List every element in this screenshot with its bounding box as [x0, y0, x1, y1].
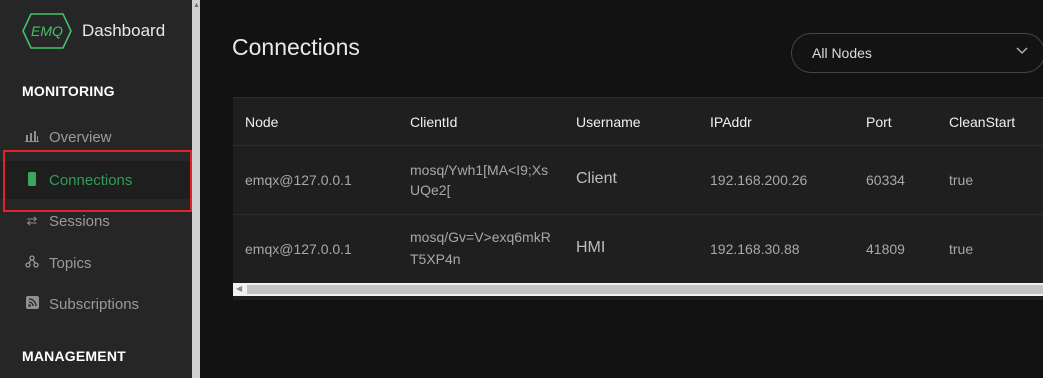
app-window: EMQ Dashboard MONITORING Overview Connec… — [0, 0, 1043, 378]
rss-icon — [25, 296, 39, 312]
column-header-node[interactable]: Node — [245, 114, 278, 130]
node-select[interactable]: All Nodes — [791, 33, 1043, 73]
cell-node: emqx@127.0.0.1 — [245, 241, 352, 257]
table-row[interactable]: emqx@127.0.0.1 mosq/Ywh1[MA<I9;Xs UQe2[ … — [233, 146, 1043, 215]
sidebar-scrollbar[interactable]: ▲ — [192, 0, 200, 378]
column-header-cleanstart[interactable]: CleanStart — [949, 114, 1015, 130]
cell-port: 60334 — [866, 172, 905, 188]
cell-port: 41809 — [866, 241, 905, 257]
connections-table: Node ClientId Username IPAddr Port Clean… — [233, 97, 1043, 300]
cell-cleanstart: true — [949, 172, 974, 188]
sidebar: EMQ Dashboard MONITORING Overview Connec… — [0, 0, 200, 378]
sidebar-item-connections[interactable]: Connections — [0, 161, 192, 199]
sidebar-item-overview[interactable]: Overview — [0, 118, 192, 156]
sidebar-item-sessions[interactable]: ⇄ Sessions — [0, 202, 192, 240]
emq-logo: EMQ — [22, 13, 72, 49]
cell-clientid-line1: mosq/Gv=V>exq6mkR — [410, 229, 551, 245]
cell-clientid-line2: UQe2[ — [410, 182, 451, 198]
column-header-username[interactable]: Username — [576, 114, 641, 130]
section-title-management: MANAGEMENT — [22, 348, 126, 364]
sidebar-item-subscriptions[interactable]: Subscriptions — [0, 285, 192, 323]
horizontal-scrollbar[interactable]: ◀ — [233, 283, 1043, 296]
cell-ipaddr: 192.168.30.88 — [710, 241, 800, 257]
bar-chart-icon — [25, 130, 39, 145]
page-title: Connections — [232, 34, 360, 60]
phone-icon — [25, 171, 39, 189]
app-title: Dashboard — [82, 21, 166, 40]
column-header-ipaddr[interactable]: IPAddr — [710, 114, 752, 130]
logo-row[interactable]: EMQ Dashboard — [0, 0, 200, 62]
topics-icon — [25, 255, 39, 271]
sidebar-item-label: Sessions — [49, 212, 110, 230]
cell-username: Client — [576, 170, 617, 187]
sidebar-item-label: Topics — [49, 254, 92, 272]
scrollbar-thumb[interactable] — [247, 285, 1043, 294]
section-title-monitoring: MONITORING — [22, 83, 115, 99]
sidebar-item-label: Connections — [49, 171, 133, 189]
node-select-value: All Nodes — [812, 45, 872, 61]
cell-ipaddr: 192.168.200.26 — [710, 172, 808, 188]
cell-node: emqx@127.0.0.1 — [245, 172, 352, 188]
sidebar-item-topics[interactable]: Topics — [0, 244, 192, 282]
table-row[interactable]: emqx@127.0.0.1 mosq/Gv=V>exq6mkR T5XP4n … — [233, 215, 1043, 284]
sidebar-item-label: Subscriptions — [49, 295, 140, 313]
swap-arrows-icon: ⇄ — [26, 213, 38, 228]
sidebar-item-label: Overview — [49, 128, 112, 146]
cell-clientid-line1: mosq/Ywh1[MA<I9;Xs — [410, 162, 549, 178]
cell-clientid-line2: T5XP4n — [410, 251, 461, 267]
cell-cleanstart: true — [949, 241, 974, 257]
logo-text: EMQ — [31, 23, 63, 39]
scroll-left-arrow-icon[interactable]: ◀ — [236, 284, 242, 293]
chevron-down-icon — [1016, 46, 1028, 58]
column-header-port[interactable]: Port — [866, 114, 892, 130]
cell-username: HMI — [576, 239, 606, 256]
table-header: Node ClientId Username IPAddr Port Clean… — [233, 98, 1043, 146]
column-header-clientid[interactable]: ClientId — [410, 114, 457, 130]
main-content: Connections All Nodes Node ClientId User… — [200, 0, 1043, 378]
scroll-up-arrow-icon[interactable]: ▲ — [193, 2, 200, 10]
